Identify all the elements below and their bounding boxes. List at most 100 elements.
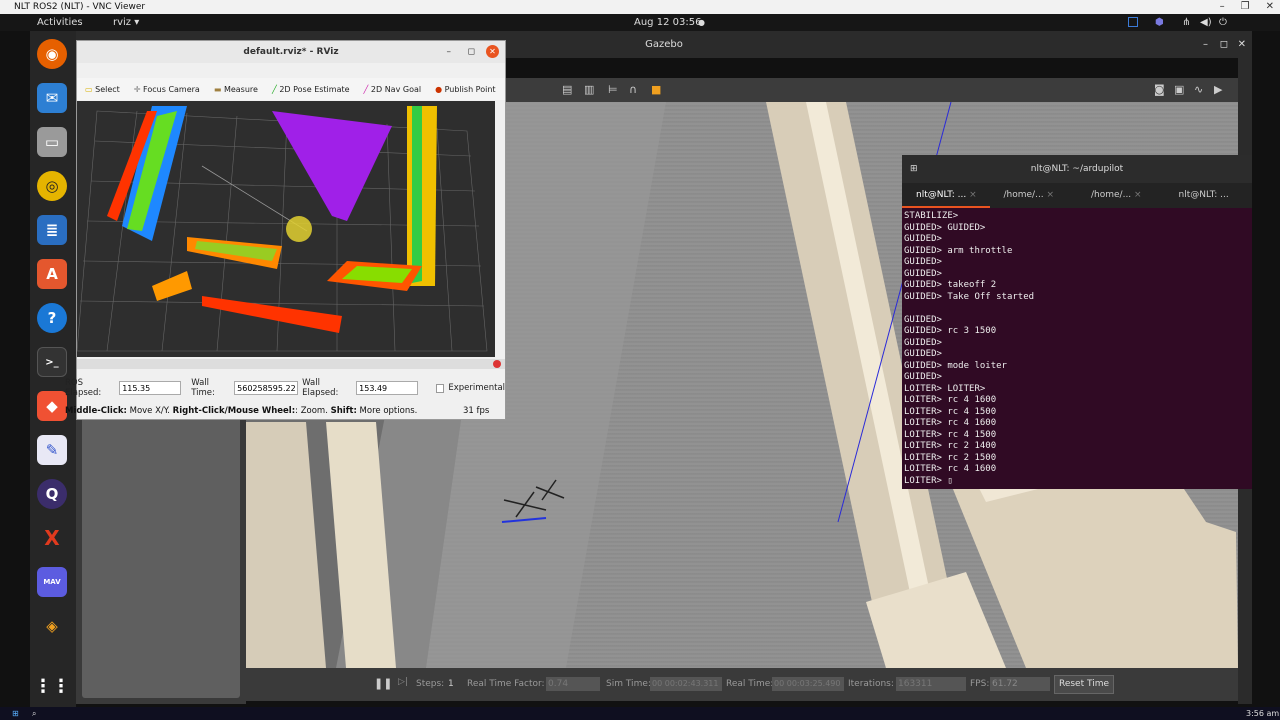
record-icon[interactable]: ■ xyxy=(651,83,661,96)
experimental-checkbox[interactable] xyxy=(436,383,445,393)
terminal-tab-3-label: /home/... xyxy=(1091,190,1132,200)
tool-2d-pose-estimate[interactable]: ╱ 2D Pose Estimate xyxy=(272,85,350,94)
power-icon[interactable]: ⏻ xyxy=(1219,14,1227,31)
hint-middle-text: Move X/Y. xyxy=(126,406,173,416)
hint-right-click: Right-Click/Mouse Wheel: xyxy=(172,406,296,416)
host-taskbar: ⊞ ⌕ 3:56 am xyxy=(0,707,1280,720)
terminal-line: LOITER> rc 4 1500 xyxy=(904,429,997,440)
notification-dot: ● xyxy=(698,18,705,27)
volume-icon[interactable]: ◀) xyxy=(1200,14,1212,31)
tool-publish-point[interactable]: ● Publish Point xyxy=(435,85,495,94)
tab-close-icon[interactable]: × xyxy=(969,190,977,200)
dock: ◉ ✉ ▭ ◎ ≣ A ? >_ ◆ ✎ Q X MAV ◈ ⋮⋮ xyxy=(30,31,76,707)
steps-value[interactable]: 1 xyxy=(448,679,454,689)
wall-elapsed-field[interactable] xyxy=(356,381,419,395)
ros-elapsed-field[interactable] xyxy=(119,381,182,395)
tool-measure[interactable]: ▬ Measure xyxy=(214,85,258,94)
activities-button[interactable]: Activities xyxy=(37,14,83,31)
rviz-title: default.rviz* - RViz xyxy=(243,47,339,57)
plot-icon[interactable]: ∿ xyxy=(1194,83,1203,96)
real-time-label: Real Time: xyxy=(726,679,774,689)
terminal-tab-4[interactable]: nlt@NLT: ... xyxy=(1165,183,1253,208)
search-icon[interactable]: ⌕ xyxy=(32,707,36,720)
files-icon[interactable]: ▭ xyxy=(37,127,67,157)
terminal-line: GUIDED> xyxy=(904,372,942,382)
git-icon[interactable]: ◆ xyxy=(37,391,67,421)
terminal-line: LOITER> rc 4 1600 xyxy=(904,395,997,405)
copy-icon[interactable]: ▤ xyxy=(562,83,572,96)
rviz-maximize-icon[interactable]: ◻ xyxy=(468,41,475,63)
log-icon[interactable]: ▣ xyxy=(1174,83,1184,96)
taskbar-clock[interactable]: 3:56 am xyxy=(1246,707,1279,720)
hint-right-text: : Zoom. xyxy=(295,406,331,416)
layers-icon[interactable]: ◈ xyxy=(37,611,67,641)
qgroundcontrol-icon[interactable]: Q xyxy=(37,479,67,509)
terminal-title-bar: ⊞ nlt@NLT: ~/ardupilot xyxy=(902,155,1252,183)
terminal-tab-3[interactable]: /home/... × xyxy=(1077,183,1165,208)
align-icon[interactable]: ⊨ xyxy=(608,83,618,96)
tool-2d-nav-goal-label: 2D Nav Goal xyxy=(370,84,422,94)
terminal-line: GUIDED> xyxy=(904,314,942,325)
screenshot-icon[interactable]: ◙ xyxy=(1154,83,1165,96)
terminal-line: GUIDED> Take Off started xyxy=(904,291,1035,302)
rhythmbox-icon[interactable]: ◎ xyxy=(37,171,67,201)
terminal-title: nlt@NLT: ~/ardupilot xyxy=(1030,164,1124,174)
terminal-line: GUIDED> rc 3 1500 xyxy=(904,326,997,336)
firefox-icon[interactable]: ◉ xyxy=(37,39,67,69)
writer-icon[interactable]: ≣ xyxy=(37,215,67,245)
tool-select[interactable]: ▭ Select xyxy=(85,85,120,94)
wall-elapsed-label: Wall Elapsed: xyxy=(302,378,339,398)
teams-tray-icon[interactable]: ⬢ xyxy=(1155,14,1164,31)
paste-icon[interactable]: ▥ xyxy=(584,83,594,96)
wall-time-field[interactable] xyxy=(234,381,299,395)
hint-shift-text: More options. xyxy=(356,406,418,416)
vnc-title-bar: NLT ROS2 (NLT) - VNC Viewer xyxy=(0,0,1280,14)
terminal-line: GUIDED> xyxy=(904,349,942,359)
step-icon[interactable]: ▷| xyxy=(398,677,408,687)
new-tab-icon[interactable]: ⊞ xyxy=(910,155,918,183)
gazebo-minimize-icon[interactable]: – xyxy=(1203,31,1208,58)
apps-grid-icon[interactable]: ⋮⋮ xyxy=(34,671,70,701)
tool-2d-nav-goal[interactable]: ╱ 2D Nav Goal xyxy=(364,85,422,94)
hint-middle-click: Middle-Click: xyxy=(65,406,127,416)
pause-icon[interactable]: ❚❚ xyxy=(374,677,392,690)
rviz-close-icon[interactable]: ✕ xyxy=(486,45,499,58)
terminal-tab-2[interactable]: /home/... × xyxy=(990,183,1078,208)
tool-focus-camera-label: Focus Camera xyxy=(143,84,200,94)
terminal-line: GUIDED> xyxy=(904,234,942,244)
terminal-icon[interactable]: >_ xyxy=(37,347,67,377)
gazebo-close-icon[interactable]: ✕ xyxy=(1238,31,1246,58)
close-icon[interactable]: ✕ xyxy=(1266,0,1274,14)
video-icon[interactable]: ▶ xyxy=(1214,83,1222,96)
xlaunch-icon[interactable]: X xyxy=(37,523,67,553)
terminal-output[interactable]: STABILIZE> GUIDED> GUIDED> GUIDED> GUIDED> … xyxy=(904,211,1250,487)
gazebo-maximize-icon[interactable]: ◻ xyxy=(1220,31,1228,58)
terminal-line: GUIDED> mode loiter xyxy=(904,360,1007,371)
tab-close-icon[interactable]: × xyxy=(1047,190,1055,200)
network-icon[interactable]: ⋔ xyxy=(1182,14,1190,31)
rviz-minimize-icon[interactable]: – xyxy=(447,41,452,63)
mail-icon[interactable]: ✉ xyxy=(37,83,67,113)
rviz-3d-view[interactable] xyxy=(77,101,495,357)
tool-focus-camera[interactable]: ✛ Focus Camera xyxy=(134,85,200,94)
clock[interactable]: Aug 12 03:56 xyxy=(634,14,701,31)
reset-time-button[interactable]: Reset Time xyxy=(1054,675,1114,694)
app-menu[interactable]: rviz ▾ xyxy=(113,14,139,31)
steps-label: Steps: xyxy=(416,679,445,689)
terminal-line: LOITER> rc 4 1600 xyxy=(904,464,997,474)
mavconsole-icon[interactable]: MAV xyxy=(37,567,67,597)
rviz-splitter[interactable] xyxy=(77,359,505,369)
windows-start-icon[interactable]: ⊞ xyxy=(12,707,19,720)
snap-icon[interactable]: ∩ xyxy=(629,83,637,96)
tool-select-label: Select xyxy=(95,84,120,94)
rviz-panel-close-icon[interactable] xyxy=(493,360,501,368)
help-icon[interactable]: ? xyxy=(37,303,67,333)
maximize-icon[interactable]: ❐ xyxy=(1241,0,1250,14)
terminal-window: ⊞ nlt@NLT: ~/ardupilot nlt@NLT: ... × /h… xyxy=(902,155,1252,489)
minimize-icon[interactable]: – xyxy=(1220,0,1225,14)
appstore-icon[interactable]: A xyxy=(37,259,67,289)
vscode-tray-icon[interactable] xyxy=(1128,17,1138,27)
tab-close-icon[interactable]: × xyxy=(1134,190,1142,200)
editor-icon[interactable]: ✎ xyxy=(37,435,67,465)
terminal-tab-1[interactable]: nlt@NLT: ... × xyxy=(902,183,990,208)
